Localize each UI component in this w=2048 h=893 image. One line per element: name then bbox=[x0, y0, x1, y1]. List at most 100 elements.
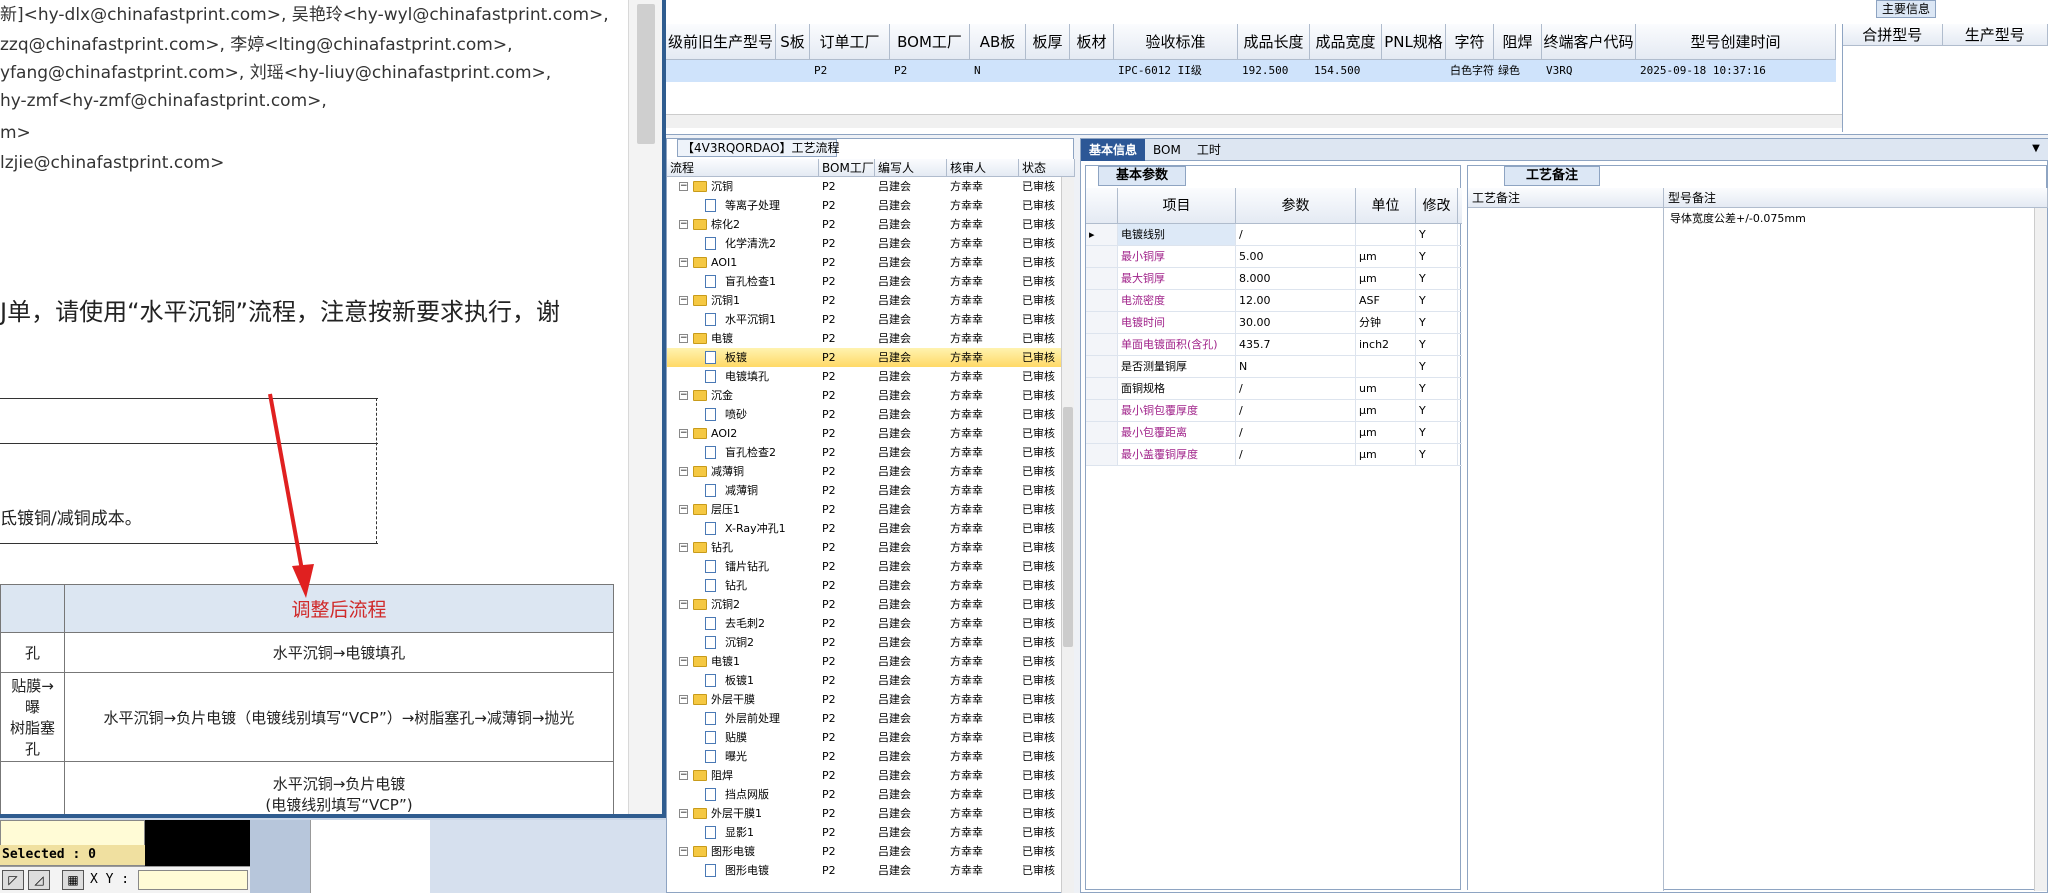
tree-row[interactable]: − 电镀 P2 吕建会 方幸幸 已审核 bbox=[667, 329, 1061, 348]
param-value[interactable]: 8.000 bbox=[1236, 268, 1356, 289]
main-info-cell[interactable]: P2 bbox=[890, 60, 970, 82]
grid-icon[interactable]: ▦ bbox=[62, 870, 84, 890]
tree-header-bom[interactable]: BOM工厂 bbox=[819, 159, 875, 177]
tree-row[interactable]: 盲孔检查1 P2 吕建会 方幸幸 已审核 bbox=[667, 272, 1061, 291]
main-info-col-header[interactable]: 终端客户代码 bbox=[1542, 24, 1636, 60]
tree-row[interactable]: 化学清洗2 P2 吕建会 方幸幸 已审核 bbox=[667, 234, 1061, 253]
main-info-col-header[interactable]: 字符 bbox=[1446, 24, 1494, 60]
main-info-cell[interactable] bbox=[776, 60, 810, 82]
tree-row[interactable]: 镭片钻孔 P2 吕建会 方幸幸 已审核 bbox=[667, 557, 1061, 576]
tree-row[interactable]: 等离子处理 P2 吕建会 方幸幸 已审核 bbox=[667, 196, 1061, 215]
tree-node[interactable]: 显影1 bbox=[667, 823, 819, 842]
tree-node[interactable]: − AOI2 bbox=[667, 424, 819, 443]
tree-node[interactable]: − 减薄铜 bbox=[667, 462, 819, 481]
process-tree-tab[interactable]: 【4V3RQORDAO】工艺流程 bbox=[677, 139, 840, 157]
tree-node[interactable]: − 图形电镀 bbox=[667, 842, 819, 861]
tree-node[interactable]: 镭片钻孔 bbox=[667, 557, 819, 576]
tree-row[interactable]: 曝光 P2 吕建会 方幸幸 已审核 bbox=[667, 747, 1061, 766]
main-info-col-header[interactable]: 成品长度 bbox=[1238, 24, 1310, 60]
collapse-icon[interactable]: − bbox=[679, 296, 688, 305]
tree-row[interactable]: − 钻孔 P2 吕建会 方幸幸 已审核 bbox=[667, 538, 1061, 557]
tree-header-reviewer[interactable]: 核审人 bbox=[947, 159, 1019, 177]
main-info-cell[interactable]: 白色字符 bbox=[1446, 60, 1494, 82]
model-note-text[interactable]: 导体宽度公差+/-0.075mm bbox=[1670, 210, 1806, 226]
tree-node[interactable]: − 阻焊 bbox=[667, 766, 819, 785]
tree-row[interactable]: 贴膜 P2 吕建会 方幸幸 已审核 bbox=[667, 728, 1061, 747]
tree-row[interactable]: 水平沉铜1 P2 吕建会 方幸幸 已审核 bbox=[667, 310, 1061, 329]
param-row[interactable]: 是否测量铜厚 N Y bbox=[1086, 356, 1462, 378]
tree-node[interactable]: 图形电镀 bbox=[667, 861, 819, 880]
tree-node[interactable]: − 沉铜 bbox=[667, 177, 819, 196]
tree-row[interactable]: − 外层干膜 P2 吕建会 方幸幸 已审核 bbox=[667, 690, 1061, 709]
main-info-cell[interactable]: 154.500 bbox=[1310, 60, 1382, 82]
param-value[interactable]: 12.00 bbox=[1236, 290, 1356, 311]
tree-node[interactable]: 去毛刺2 bbox=[667, 614, 819, 633]
param-row[interactable]: 单面电镀面积(含孔) 435.7 inch2 Y bbox=[1086, 334, 1462, 356]
tree-row[interactable]: − AOI1 P2 吕建会 方幸幸 已审核 bbox=[667, 253, 1061, 272]
tree-row[interactable]: 挡点网版 P2 吕建会 方幸幸 已审核 bbox=[667, 785, 1061, 804]
tree-node[interactable]: 外层前处理 bbox=[667, 709, 819, 728]
tree-node[interactable]: − 沉铜1 bbox=[667, 291, 819, 310]
process-notes-tab[interactable]: 工艺备注 bbox=[1504, 166, 1600, 186]
main-info-cell[interactable] bbox=[1070, 60, 1114, 82]
collapse-icon[interactable]: − bbox=[679, 182, 688, 191]
tree-node[interactable]: 钻孔 bbox=[667, 576, 819, 595]
panel-menu-icon[interactable]: ▼ bbox=[2030, 143, 2042, 155]
tree-row[interactable]: 板镀 P2 吕建会 方幸幸 已审核 bbox=[667, 348, 1061, 367]
main-info-row[interactable]: P2 P2 N IPC-6012 II级 192.500 154.500 白色字符 绿色 V3R… bbox=[666, 60, 1836, 82]
collapse-icon[interactable]: − bbox=[679, 600, 688, 609]
tree-node[interactable]: 电镀填孔 bbox=[667, 367, 819, 386]
tree-row[interactable]: 减薄铜 P2 吕建会 方幸幸 已审核 bbox=[667, 481, 1061, 500]
email-scroll-thumb[interactable] bbox=[637, 4, 655, 144]
tree-row[interactable]: 显影1 P2 吕建会 方幸幸 已审核 bbox=[667, 823, 1061, 842]
collapse-icon[interactable]: − bbox=[679, 505, 688, 514]
main-info-cell[interactable]: N bbox=[970, 60, 1026, 82]
main-info-cell[interactable]: IPC-6012 II级 bbox=[1114, 60, 1238, 82]
param-row[interactable]: ▸ 电镀线别 / Y bbox=[1086, 224, 1462, 246]
email-scrollbar[interactable] bbox=[628, 0, 662, 814]
tree-row[interactable]: − 棕化2 P2 吕建会 方幸幸 已审核 bbox=[667, 215, 1061, 234]
main-info-col-header[interactable]: 板厚 bbox=[1026, 24, 1070, 60]
tree-node[interactable]: − 层压1 bbox=[667, 500, 819, 519]
param-value[interactable]: / bbox=[1236, 224, 1356, 245]
tree-node[interactable]: − 外层干膜 bbox=[667, 690, 819, 709]
tree-row[interactable]: 电镀填孔 P2 吕建会 方幸幸 已审核 bbox=[667, 367, 1061, 386]
tree-row[interactable]: 盲孔检查2 P2 吕建会 方幸幸 已审核 bbox=[667, 443, 1061, 462]
tree-row[interactable]: − 层压1 P2 吕建会 方幸幸 已审核 bbox=[667, 500, 1061, 519]
tree-row[interactable]: 沉铜2 P2 吕建会 方幸幸 已审核 bbox=[667, 633, 1061, 652]
tree-node[interactable]: 喷砂 bbox=[667, 405, 819, 424]
params-header-modify[interactable]: 修改 bbox=[1416, 188, 1458, 224]
main-info-cell[interactable]: P2 bbox=[810, 60, 890, 82]
process-notes-text[interactable] bbox=[1468, 208, 1664, 891]
main-info-cell[interactable]: 192.500 bbox=[1238, 60, 1310, 82]
tree-node[interactable]: − 电镀 bbox=[667, 329, 819, 348]
param-row[interactable]: 最大铜厚 8.000 μm Y bbox=[1086, 268, 1462, 290]
main-info-cell[interactable] bbox=[1026, 60, 1070, 82]
tree-header-writer[interactable]: 编写人 bbox=[875, 159, 947, 177]
tree-row[interactable]: − 图形电镀 P2 吕建会 方幸幸 已审核 bbox=[667, 842, 1061, 861]
param-row[interactable]: 最小铜厚 5.00 μm Y bbox=[1086, 246, 1462, 268]
tree-header-status[interactable]: 状态 bbox=[1019, 159, 1075, 177]
tree-node[interactable]: − 沉铜2 bbox=[667, 595, 819, 614]
select-icon[interactable]: ◸ bbox=[2, 870, 24, 890]
tree-row[interactable]: 喷砂 P2 吕建会 方幸幸 已审核 bbox=[667, 405, 1061, 424]
tree-row[interactable]: − 电镀1 P2 吕建会 方幸幸 已审核 bbox=[667, 652, 1061, 671]
zoom-icon[interactable]: ◿ bbox=[28, 870, 50, 890]
tree-node[interactable]: 沉铜2 bbox=[667, 633, 819, 652]
param-value[interactable]: / bbox=[1236, 378, 1356, 399]
main-info-col-header[interactable]: 型号创建时间 bbox=[1636, 24, 1836, 60]
param-row[interactable]: 最小盖覆铜厚度 / μm Y bbox=[1086, 444, 1462, 466]
tree-row[interactable]: − 沉金 P2 吕建会 方幸幸 已审核 bbox=[667, 386, 1061, 405]
params-header-unit[interactable]: 单位 bbox=[1356, 188, 1416, 224]
tree-row[interactable]: − 减薄铜 P2 吕建会 方幸幸 已审核 bbox=[667, 462, 1061, 481]
param-row[interactable]: 最小包覆距离 / μm Y bbox=[1086, 422, 1462, 444]
process-tree-scrollbar[interactable] bbox=[1061, 177, 1074, 893]
param-row[interactable]: 电流密度 12.00 ASF Y bbox=[1086, 290, 1462, 312]
param-value[interactable]: / bbox=[1236, 422, 1356, 443]
tree-row[interactable]: 钻孔 P2 吕建会 方幸幸 已审核 bbox=[667, 576, 1061, 595]
process-tree-scroll-thumb[interactable] bbox=[1063, 407, 1073, 647]
tree-node[interactable]: − AOI1 bbox=[667, 253, 819, 272]
main-info-cell[interactable]: 2025-09-18 10:37:16 bbox=[1636, 60, 1836, 82]
main-info-col-header[interactable]: S板 bbox=[776, 24, 810, 60]
tree-node[interactable]: 板镀 bbox=[667, 348, 819, 367]
